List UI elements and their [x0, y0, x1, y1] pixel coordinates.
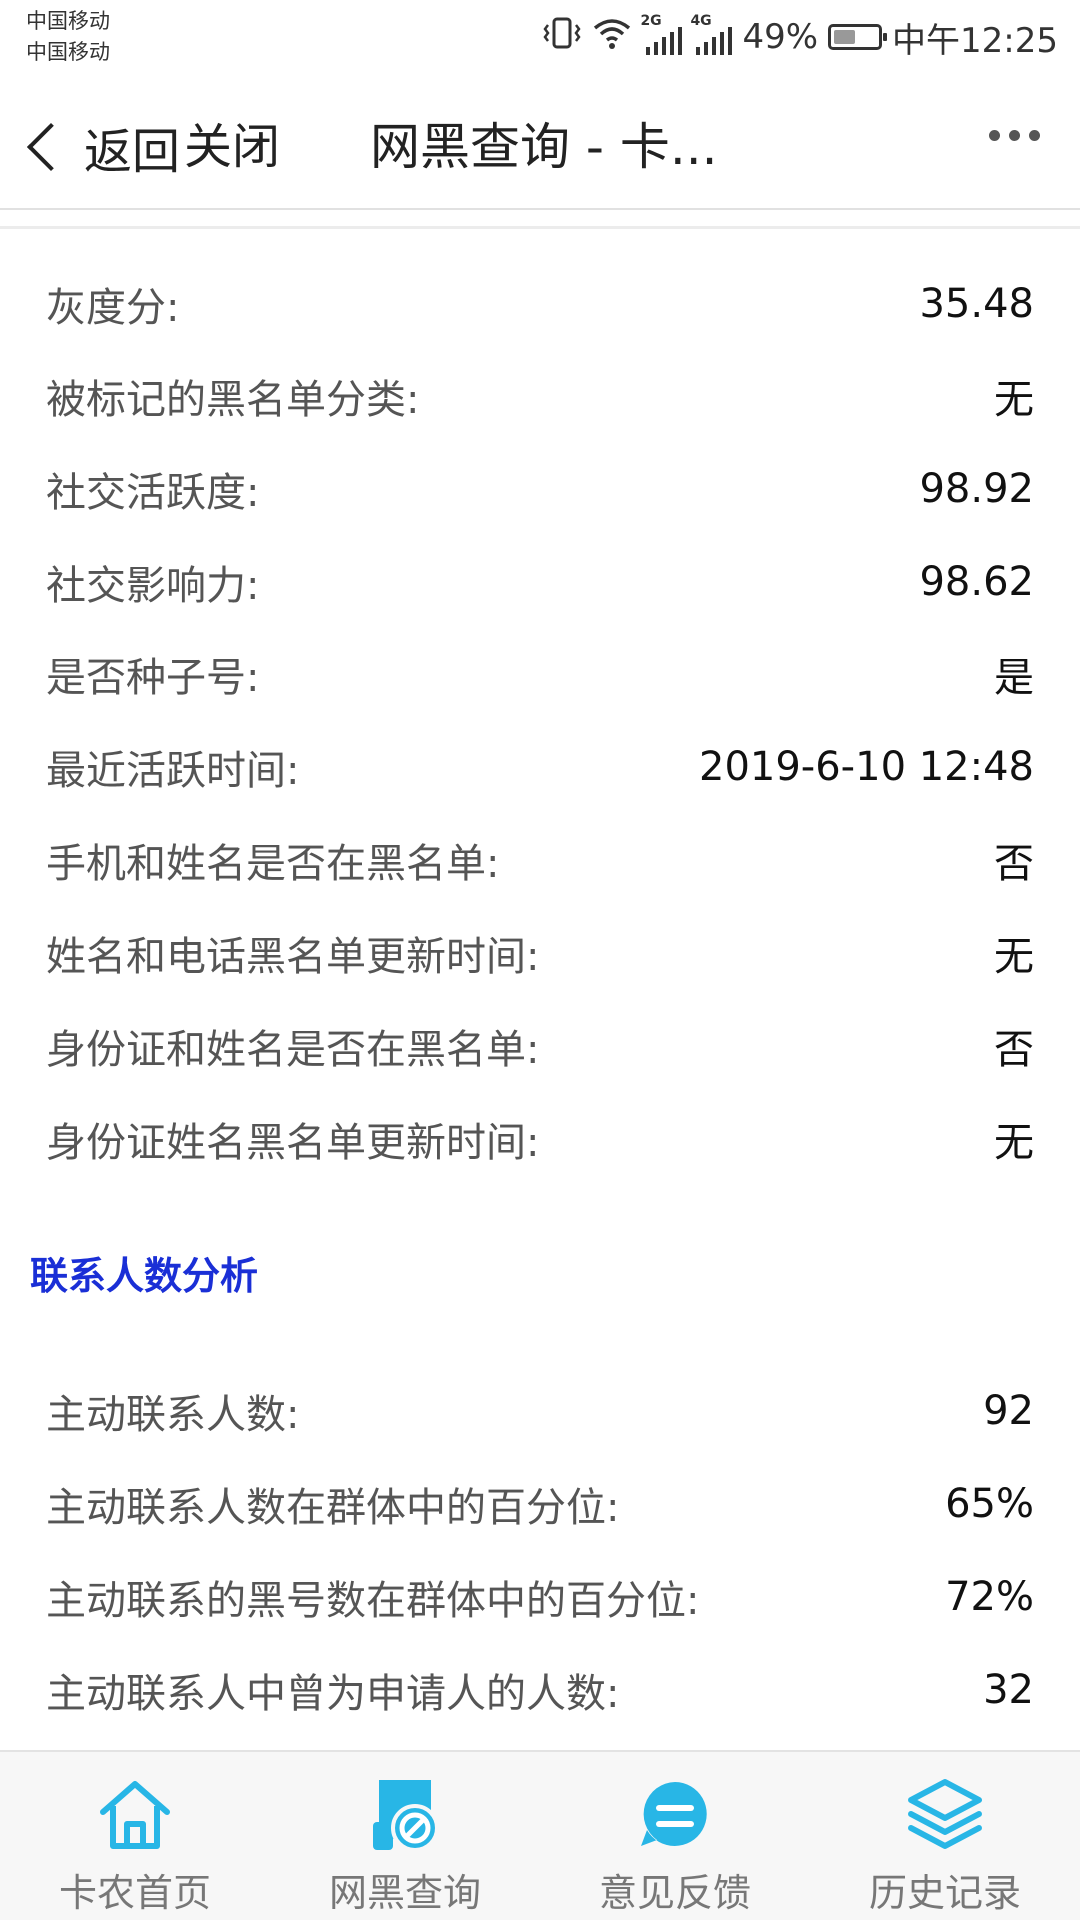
- tab-feedback[interactable]: 意见反馈: [540, 1752, 810, 1920]
- info-row-social-influence: 社交影响力: 98.62: [46, 559, 1034, 609]
- info-row-name-phone-update: 姓名和电话黑名单更新时间: 无: [46, 934, 1034, 980]
- clock: 中午12:25: [892, 20, 1058, 61]
- battery-percent: 49%: [742, 17, 819, 57]
- close-button[interactable]: 关闭: [184, 112, 280, 182]
- info-row-phone-name-blacklist: 手机和姓名是否在黑名单: 否: [46, 841, 1034, 887]
- status-icons: 2G 4G 49% 中午12:25: [532, 12, 1058, 62]
- info-row-contacts-percentile: 主动联系人数在群体中的百分位: 65%: [46, 1481, 1034, 1531]
- divider: [0, 226, 1080, 229]
- status-bar: 中国移动 中国移动 2G 4G 49% 中午12:25: [0, 0, 1080, 72]
- tab-feedback-label: 意见反馈: [598, 1871, 751, 1915]
- signal-2g-icon: 2G: [640, 13, 683, 55]
- chevron-left-icon: [26, 122, 76, 172]
- signal-4g-icon: 4G: [690, 13, 733, 55]
- wifi-icon: [592, 16, 632, 59]
- carrier-1: 中国移动: [26, 9, 110, 33]
- info-row-seed-number: 是否种子号: 是: [46, 655, 1034, 701]
- back-label: 返回: [84, 124, 181, 180]
- info-row-id-name-blacklist: 身份证和姓名是否在黑名单: 否: [46, 1027, 1034, 1073]
- info-row-blacklist-category: 被标记的黑名单分类: 无: [46, 377, 1034, 423]
- info-row-active-contacts: 主动联系人数: 92: [46, 1388, 1034, 1438]
- tab-history[interactable]: 历史记录: [810, 1752, 1080, 1920]
- navigation-bar: 返回 关闭 网黑查询 - 卡...: [0, 90, 1080, 210]
- info-row-black-contacts-percentile: 主动联系的黑号数在群体中的百分位: 72%: [46, 1574, 1034, 1624]
- tab-blacklist-query-label: 网黑查询: [328, 1871, 481, 1915]
- back-button[interactable]: 返回: [22, 112, 180, 182]
- tab-home-label: 卡农首页: [58, 1871, 211, 1915]
- carrier-info: 中国移动 中国移动: [26, 6, 110, 68]
- layers-icon: [905, 1774, 985, 1854]
- home-icon: [95, 1774, 175, 1854]
- bottom-tab-bar: 卡农首页 网黑查询 意见反馈 历史记录: [0, 1750, 1080, 1920]
- feedback-icon: [635, 1774, 715, 1854]
- more-options-icon[interactable]: [989, 130, 1040, 141]
- info-row-social-activity: 社交活跃度: 98.92: [46, 466, 1034, 516]
- tab-blacklist-query[interactable]: 网黑查询: [270, 1752, 540, 1920]
- carrier-2: 中国移动: [26, 40, 110, 64]
- blacklist-query-icon: [365, 1774, 445, 1854]
- battery-icon: [828, 24, 888, 50]
- section-title: 联系人数分析: [30, 1254, 259, 1298]
- info-row-last-active: 最近活跃时间: 2019-6-10 12:48: [46, 744, 1034, 794]
- tab-history-label: 历史记录: [868, 1871, 1021, 1915]
- info-row-gray-score: 灰度分: 35.48: [46, 281, 1034, 331]
- page-title: 网黑查询 - 卡...: [370, 118, 718, 176]
- info-row-id-name-update: 身份证姓名黑名单更新时间: 无: [46, 1120, 1034, 1166]
- vibrate-icon: [542, 15, 582, 60]
- tab-home[interactable]: 卡农首页: [0, 1752, 270, 1920]
- info-row-contacts-applicants: 主动联系人中曾为申请人的人数: 32: [46, 1667, 1034, 1717]
